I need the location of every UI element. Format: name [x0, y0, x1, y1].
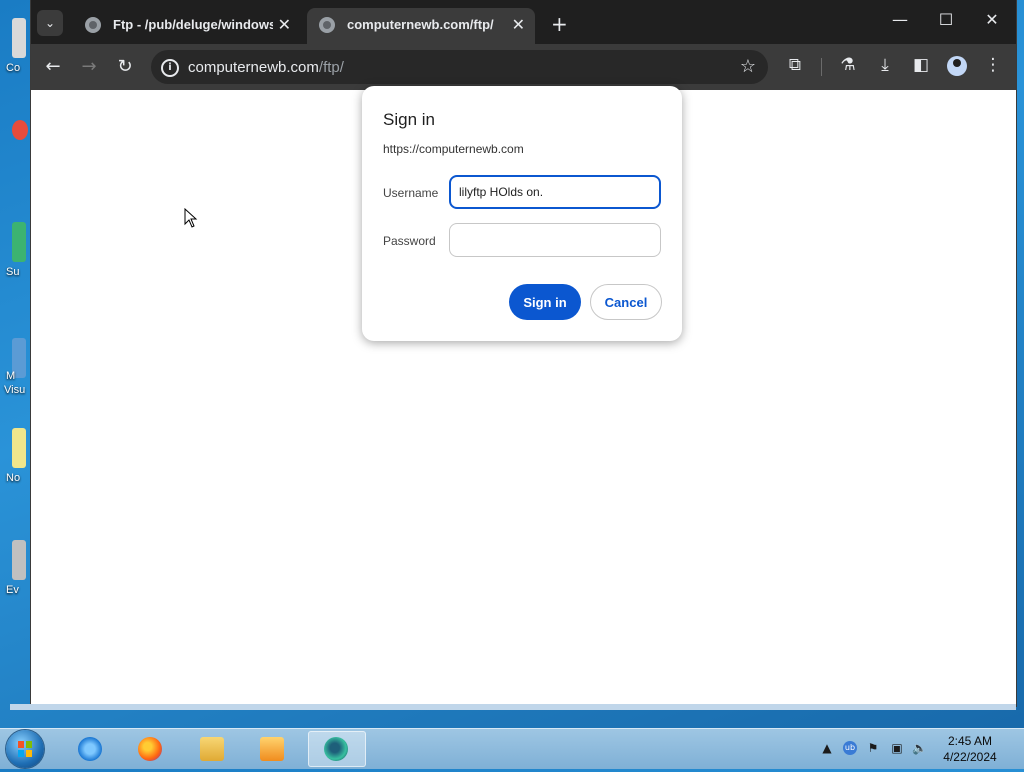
tab-computernewb-ftp[interactable]: computernewb.com/ftp/ ✕: [307, 8, 535, 46]
browser-app-icon: [324, 737, 348, 761]
sign-in-button[interactable]: Sign in: [509, 284, 581, 320]
taskbar-internet-explorer[interactable]: [64, 731, 116, 767]
tab-ftp-deluge[interactable]: Ftp - /pub/deluge/windows/ :: ✕: [73, 8, 301, 42]
reload-button[interactable]: ↻: [113, 56, 137, 77]
forward-button[interactable]: →: [77, 56, 101, 77]
chevron-down-icon: ⌄: [44, 16, 56, 30]
clock-date: 4/22/2024: [943, 750, 997, 764]
globe-icon: [85, 17, 101, 33]
download-icon[interactable]: ⤓: [873, 55, 897, 75]
close-icon[interactable]: ✕: [512, 15, 525, 35]
app-icon: [12, 120, 28, 140]
new-tab-button[interactable]: +: [551, 12, 568, 36]
extensions-icon[interactable]: ⧉: [783, 55, 807, 75]
start-button[interactable]: [6, 730, 44, 768]
minimize-button[interactable]: —: [885, 10, 915, 29]
taskbar-firefox[interactable]: [124, 731, 176, 767]
minimize-icon: —: [892, 10, 908, 29]
desktop-icon-computer[interactable]: Co: [0, 18, 30, 88]
tab-search-button[interactable]: ⌄: [37, 10, 63, 36]
internet-explorer-icon: [78, 737, 102, 761]
close-window-button[interactable]: ✕: [977, 10, 1007, 29]
windows-logo-icon: [18, 741, 32, 757]
system-clock[interactable]: 2:45 AM 4/22/2024: [930, 733, 1010, 765]
desktop-icon-visual-studio[interactable]: M Visu: [0, 338, 30, 408]
maximize-button[interactable]: ☐: [931, 10, 961, 29]
url-text[interactable]: computernewb.com/ftp/: [188, 59, 344, 76]
action-center-flag-icon[interactable]: ⚑: [866, 741, 880, 755]
profile-avatar-icon[interactable]: [947, 56, 967, 76]
password-label: Password: [383, 234, 436, 248]
address-bar[interactable]: i computernewb.com/ftp/ ☆: [151, 50, 768, 84]
taskbar-chrome-browser[interactable]: [308, 731, 366, 767]
network-icon[interactable]: ▣: [890, 741, 904, 755]
support-icon: [12, 222, 26, 262]
firefox-icon: [138, 737, 162, 761]
dialog-origin: https://computernewb.com: [383, 142, 524, 156]
password-field[interactable]: [449, 223, 661, 257]
reload-icon: ↻: [117, 56, 133, 77]
taskbar-file-explorer[interactable]: [186, 731, 238, 767]
bookmark-star-icon[interactable]: ☆: [740, 56, 756, 77]
media-player-icon: [260, 737, 284, 761]
menu-kebab-icon[interactable]: ⋮: [981, 55, 1005, 75]
desktop-icon-notepad[interactable]: No: [0, 428, 30, 498]
close-icon: ✕: [985, 10, 999, 29]
side-panel-icon[interactable]: ◧: [909, 55, 933, 75]
globe-icon: [319, 17, 335, 33]
maximize-icon: ☐: [938, 10, 954, 29]
username-label: Username: [383, 186, 439, 200]
desktop-icon-app-red[interactable]: [0, 120, 30, 190]
site-info-icon[interactable]: i: [161, 59, 179, 77]
back-button[interactable]: ←: [41, 56, 65, 77]
volume-icon[interactable]: 🔈: [912, 741, 927, 755]
folder-icon: [200, 737, 224, 761]
desktop-icon-event-viewer[interactable]: Ev: [0, 540, 30, 610]
browser-toolbar: ← → ↻ i computernewb.com/ftp/ ☆ ⧉ ⚗ ⤓ ◧ …: [31, 44, 1016, 90]
clock-time: 2:45 AM: [947, 734, 993, 748]
username-field[interactable]: [449, 175, 661, 209]
event-viewer-icon: [12, 540, 26, 580]
dialog-title: Sign in: [383, 110, 435, 129]
arrow-right-icon: →: [81, 56, 97, 77]
taskbar-media-player[interactable]: [246, 731, 298, 767]
show-hidden-icons-chevron-icon[interactable]: ▲: [820, 741, 834, 755]
toolbar-divider: [821, 58, 822, 76]
notepad-icon: [12, 428, 26, 468]
cancel-button[interactable]: Cancel: [590, 284, 662, 320]
computer-icon: [12, 18, 26, 58]
arrow-left-icon: ←: [45, 56, 61, 77]
desktop-icon-support[interactable]: Su: [0, 222, 30, 292]
tab-strip: ⌄ Ftp - /pub/deluge/windows/ :: ✕ comput…: [31, 0, 1016, 46]
horizontal-scrollbar[interactable]: [10, 704, 1016, 710]
sign-in-dialog: Sign in https://computernewb.com Usernam…: [362, 86, 682, 341]
close-icon[interactable]: ✕: [278, 15, 291, 35]
ublock-tray-icon[interactable]: ub: [843, 741, 857, 755]
taskbar: ▲ ub ⚑ ▣ 🔈 2:45 AM 4/22/2024: [0, 728, 1024, 769]
labs-flask-icon[interactable]: ⚗: [836, 55, 860, 75]
